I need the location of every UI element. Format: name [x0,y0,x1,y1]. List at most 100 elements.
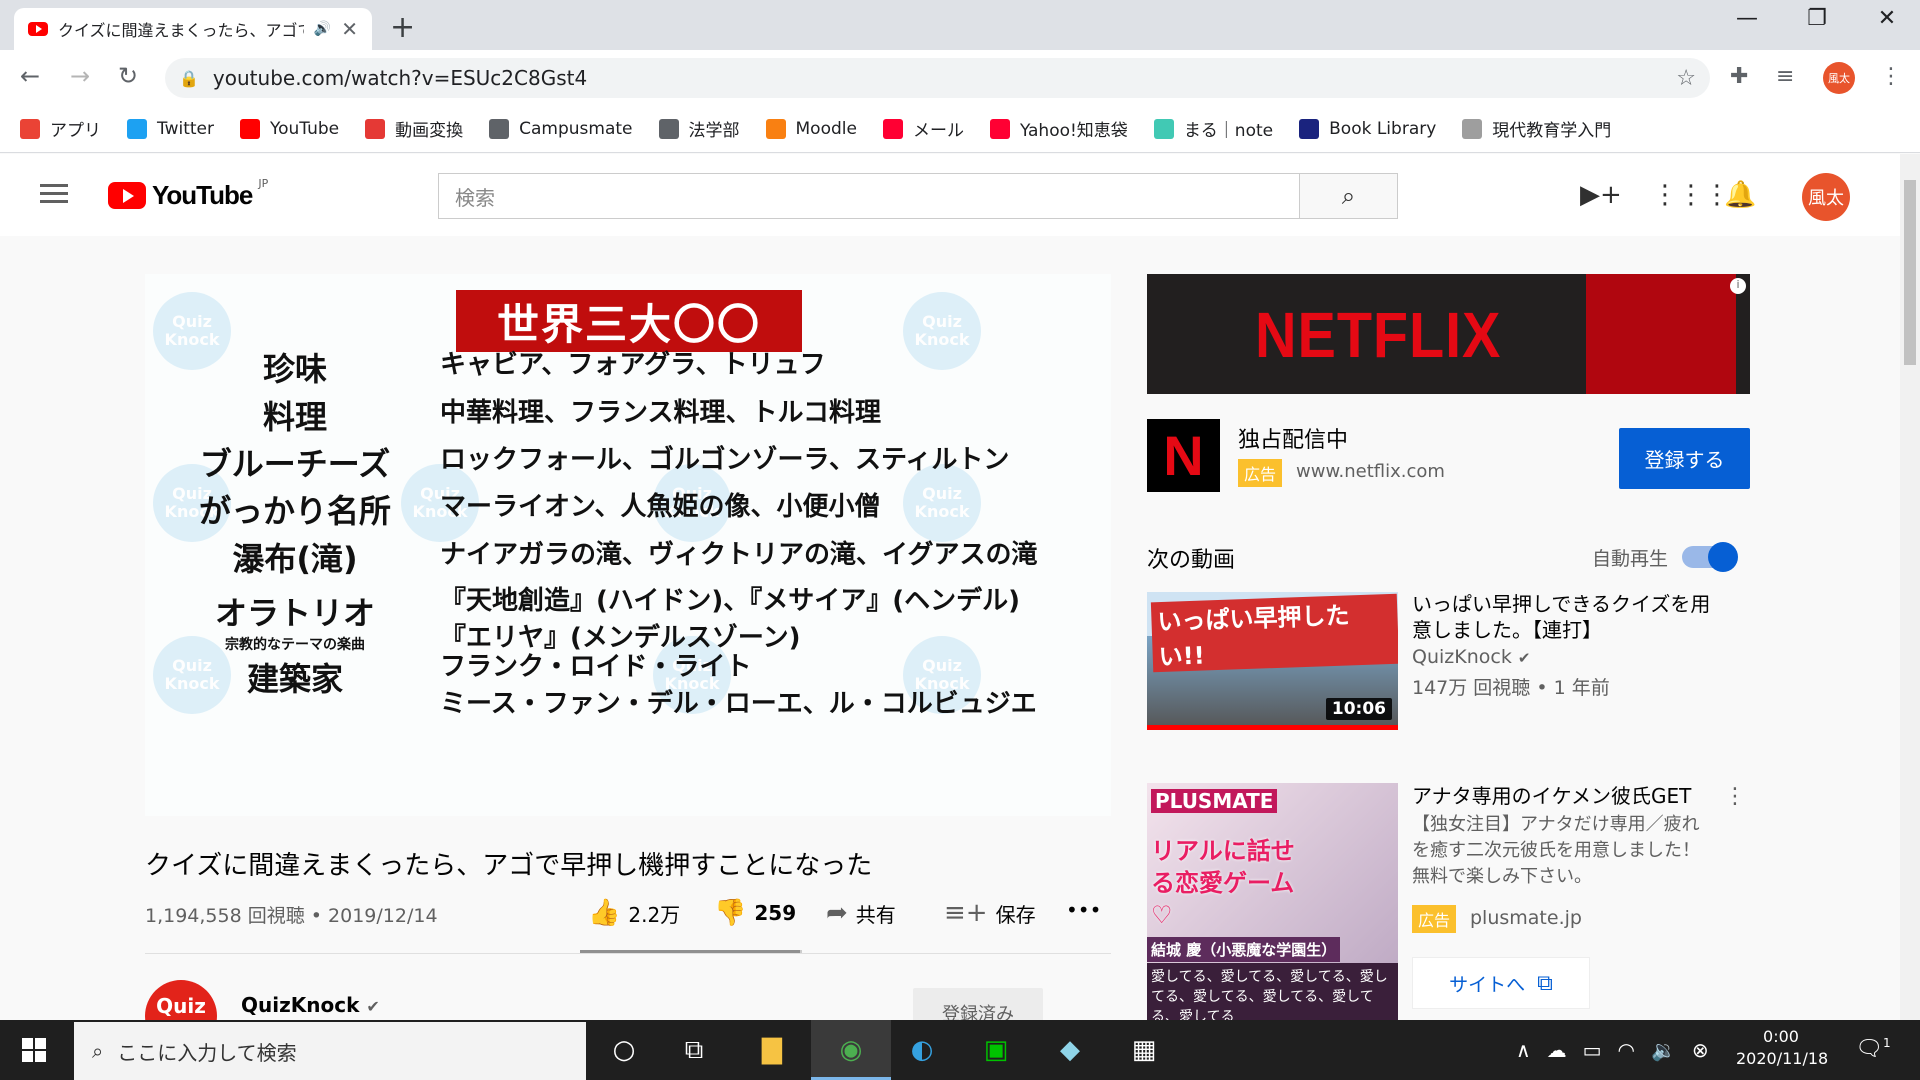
url-text: youtube.com/watch?v=ESUc2C8Gst4 [212,66,588,90]
like-button[interactable]: 👍 2.2万 [588,898,680,928]
notifications-bell-icon[interactable]: 🔔 [1724,180,1756,210]
onedrive-icon[interactable]: ☁ [1547,1038,1567,1062]
extensions-icon[interactable]: ✚ [1730,64,1748,89]
chrome-taskbar-icon[interactable]: ◉ [833,1032,869,1068]
task-view-icon[interactable]: ⧉ [676,1032,712,1068]
bookmark-item[interactable]: 現代教育学入門 [1462,116,1611,141]
reload-button[interactable]: ↻ [118,62,138,90]
quiz-answers-line: キャビア、フォアグラ、トリュフ [440,350,826,380]
taskbar-search-placeholder: ここに入力して検索 [117,1040,297,1065]
dislike-button[interactable]: 👎 259 [714,898,796,928]
bookmark-item[interactable]: Twitter [127,118,214,139]
create-video-icon[interactable]: ▶+ [1580,180,1622,210]
globe-icon [489,118,510,139]
netflix-ad-banner[interactable]: NETFLIX i [1147,274,1750,394]
ad-title[interactable]: 独占配信中 [1238,422,1348,454]
taskbar-search-box[interactable]: ⌕ ここに入力して検索 [74,1022,586,1080]
maximize-button[interactable]: ❐ [1782,6,1852,31]
status-x-icon[interactable]: ⊗ [1692,1038,1709,1062]
close-window-button[interactable]: ✕ [1852,6,1920,31]
menu-icon[interactable] [40,184,68,204]
chevron-up-icon[interactable]: ∧ [1516,1038,1531,1062]
browser-toolbar: ← → ↻ 🔒 youtube.com/watch?v=ESUc2C8Gst4 … [0,50,1920,105]
netflix-logo[interactable]: N [1147,419,1220,492]
address-bar[interactable]: 🔒 youtube.com/watch?v=ESUc2C8Gst4 ☆ [165,58,1710,98]
ad-signup-button[interactable]: 登録する [1619,428,1750,489]
share-button[interactable]: ➦ 共有 [826,898,896,928]
youtube-avatar[interactable]: 風太 [1802,173,1850,221]
plusmate-ad-thumbnail[interactable]: PLUSMATE リアルに話せる恋愛ゲーム♡ 結城 慶（小悪魔な学園生） 愛して… [1147,783,1398,1020]
file-explorer-icon[interactable]: ▇ [754,1032,790,1068]
youtube-logo[interactable]: YouTube JP [108,177,268,211]
save-button[interactable]: ≡+ 保存 [944,898,1036,928]
ad2-title[interactable]: アナタ専用のイケメン彼氏GET [1412,780,1691,809]
page-scrollbar[interactable] [1900,154,1920,1020]
channel-name[interactable]: QuizKnock ✔ [241,993,380,1017]
rec-channel[interactable]: QuizKnock ✔ [1412,646,1530,668]
more-actions-button[interactable]: ••• [1066,898,1101,922]
ad-info-icon[interactable]: i [1730,278,1746,294]
ad2-visit-label: サイトへ [1449,973,1526,996]
share-icon: ➦ [826,898,848,928]
bookmark-item[interactable]: Book Library [1299,118,1436,139]
chat-app-icon[interactable]: ▦ [1126,1032,1162,1068]
quiz-answers: フランク・ロイド・ライト ミース・ファン・デル・ローエ、ル・コルビュジエ [440,646,1037,720]
chrome-profile-avatar[interactable]: 風太 [1823,62,1855,94]
bookmark-item[interactable]: まる｜note [1153,116,1274,141]
video-views-date: 1,194,558 回視聴 • 2019/12/14 [145,905,438,927]
bookmark-item[interactable]: Campusmate [489,118,633,139]
line-icon[interactable]: ▣ [978,1032,1014,1068]
watch-progress-bar [1147,725,1398,730]
quiz-answers-line: ナイアガラの滝、ヴィクトリアの滝、イグアスの滝 [440,540,1038,570]
media-controls-icon[interactable]: ≡ [1776,64,1794,89]
playlist-add-icon: ≡+ [944,898,988,928]
audio-playing-icon[interactable]: 🔊 [314,21,331,37]
app-icon[interactable]: ◆ [1052,1032,1088,1068]
rec-thumbnail[interactable]: いっぱい早押したい!! 10:06 [1147,592,1398,730]
back-button[interactable]: ← [20,62,40,90]
chrome-menu-icon[interactable]: ⋮ [1880,64,1902,89]
taskbar-clock[interactable]: 0:00 2020/11/18 [1736,1026,1828,1070]
bookmark-star-icon[interactable]: ☆ [1676,66,1696,91]
quiz-category: がっかり名所 [145,486,445,532]
quiz-category: 料理 [145,392,445,438]
browser-tab[interactable]: クイズに間違えまくったら、アゴで早押し機押すことになった 🔊 ✕ [14,8,372,50]
ad2-visit-button[interactable]: サイトへ ⧉ [1412,957,1590,1009]
library-icon [1299,118,1320,139]
cortana-icon[interactable]: ○ [606,1032,642,1068]
edge-icon[interactable]: ◐ [904,1032,940,1068]
search-input[interactable]: 検索 [438,173,1300,219]
close-tab-icon[interactable]: ✕ [341,17,358,41]
autoplay-toggle[interactable] [1682,542,1738,572]
bookmark-label: まる｜note [1183,121,1274,141]
forward-button[interactable]: → [70,62,90,90]
new-tab-button[interactable]: + [390,10,415,45]
apps-grid-icon[interactable]: ⋮⋮⋮ [1652,180,1730,210]
bookmark-item[interactable]: Moodle [765,118,857,139]
wifi-icon[interactable]: ◠ [1618,1038,1635,1062]
search-button[interactable]: ⌕ [1300,173,1398,219]
minimize-button[interactable]: — [1712,6,1782,31]
bookmark-item[interactable]: Yahoo!知恵袋 [989,116,1128,141]
ad2-menu-icon[interactable]: ⋮ [1724,784,1746,809]
quiz-answers-line: 中華料理、フランス料理、トルコ料理 [440,398,881,428]
tab-title: クイズに間違えまくったら、アゴで早押し機押すことになった [58,21,304,40]
bookmark-item[interactable]: メール [882,116,964,141]
windows-start-icon[interactable] [22,1038,46,1062]
video-player[interactable]: Quiz Knock Quiz Knock Quiz Knock Quiz Knock… [145,274,1111,816]
bookmark-item[interactable]: 法学部 [658,116,740,141]
volume-icon[interactable]: 🔉 [1651,1038,1676,1062]
scrollbar-thumb[interactable] [1904,180,1916,365]
quiz-category: オラトリオ 宗教的なテーマの楽曲 [145,588,445,654]
bookmark-item[interactable]: アプリ [20,116,101,141]
bookmark-item[interactable]: YouTube [239,118,339,139]
share-label: 共有 [855,902,896,927]
battery-icon[interactable]: ▭ [1583,1038,1602,1062]
ad-domain: www.netflix.com [1296,461,1445,482]
bookmark-label: 現代教育学入門 [1492,121,1612,141]
rec-title[interactable]: いっぱい早押しできるクイズを用意しました。【連打】 [1412,591,1712,643]
twitter-icon [127,118,147,139]
bookmark-item[interactable]: 動画変換 [365,116,463,141]
notification-center-icon[interactable]: 🗨1 [1855,1036,1891,1061]
rec-channel-text: QuizKnock [1412,646,1512,668]
